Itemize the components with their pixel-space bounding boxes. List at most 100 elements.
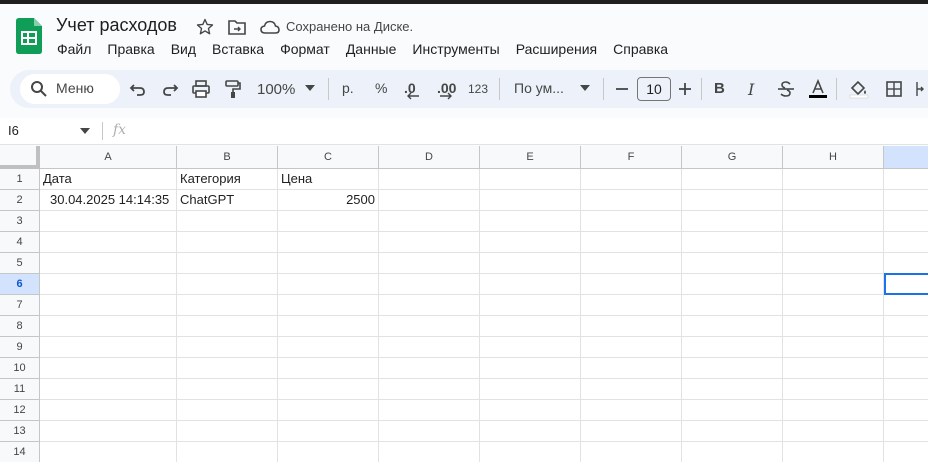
cell-i1[interactable] (884, 169, 928, 190)
column-header-g[interactable]: G (682, 146, 783, 169)
document-title[interactable]: Учет расходов (56, 15, 177, 36)
cell-c10[interactable] (278, 358, 379, 379)
cell-i12[interactable] (884, 400, 928, 421)
cell-b8[interactable] (177, 316, 278, 337)
row-header-13[interactable]: 13 (0, 421, 40, 442)
cell-c8[interactable] (278, 316, 379, 337)
cell-f12[interactable] (581, 400, 682, 421)
cell-g1[interactable] (682, 169, 783, 190)
cell-i4[interactable] (884, 232, 928, 253)
column-header-c[interactable]: C (278, 146, 379, 169)
cell-b12[interactable] (177, 400, 278, 421)
cell-f10[interactable] (581, 358, 682, 379)
cell-e2[interactable] (480, 190, 581, 211)
cell-f5[interactable] (581, 253, 682, 274)
column-header-h[interactable]: H (783, 146, 884, 169)
row-header-9[interactable]: 9 (0, 337, 40, 358)
cell-a8[interactable] (40, 316, 177, 337)
cell-f6[interactable] (581, 274, 682, 295)
cell-g6[interactable] (682, 274, 783, 295)
cell-a10[interactable] (40, 358, 177, 379)
cell-h3[interactable] (783, 211, 884, 232)
cloud-saved-icon[interactable] (260, 20, 280, 34)
cell-d14[interactable] (379, 442, 480, 462)
cell-c9[interactable] (278, 337, 379, 358)
cell-a9[interactable] (40, 337, 177, 358)
cell-d10[interactable] (379, 358, 480, 379)
cell-d1[interactable] (379, 169, 480, 190)
cell-b10[interactable] (177, 358, 278, 379)
cell-c2[interactable]: 2500 (278, 190, 379, 211)
text-color-icon[interactable] (808, 79, 828, 99)
cell-h11[interactable] (783, 379, 884, 400)
cell-b6[interactable] (177, 274, 278, 295)
cell-h7[interactable] (783, 295, 884, 316)
cell-h6[interactable] (783, 274, 884, 295)
cell-f8[interactable] (581, 316, 682, 337)
cell-a12[interactable] (40, 400, 177, 421)
cell-i14[interactable] (884, 442, 928, 462)
cell-c7[interactable] (278, 295, 379, 316)
cell-d8[interactable] (379, 316, 480, 337)
cell-d9[interactable] (379, 337, 480, 358)
cell-f13[interactable] (581, 421, 682, 442)
column-header-a[interactable]: A (40, 146, 177, 169)
cell-i9[interactable] (884, 337, 928, 358)
cell-c6[interactable] (278, 274, 379, 295)
cell-f4[interactable] (581, 232, 682, 253)
cell-g9[interactable] (682, 337, 783, 358)
row-header-1[interactable]: 1 (0, 169, 40, 190)
cell-c12[interactable] (278, 400, 379, 421)
cell-a6[interactable] (40, 274, 177, 295)
font-size-input[interactable]: 10 (637, 77, 671, 101)
font-family-select[interactable]: По ум... (514, 80, 564, 96)
currency-format-button[interactable]: р. (342, 80, 354, 96)
spreadsheet-grid[interactable]: A B C D E F G H 1 Дата Категория Цена 2 30.04.2025 14… (0, 146, 928, 462)
cell-h2[interactable] (783, 190, 884, 211)
cell-e1[interactable] (480, 169, 581, 190)
menu-edit[interactable]: Правка (107, 41, 154, 57)
move-to-folder-icon[interactable] (228, 19, 246, 35)
cell-e7[interactable] (480, 295, 581, 316)
cell-d13[interactable] (379, 421, 480, 442)
row-header-11[interactable]: 11 (0, 379, 40, 400)
cell-g3[interactable] (682, 211, 783, 232)
cell-b11[interactable] (177, 379, 278, 400)
cell-g8[interactable] (682, 316, 783, 337)
cell-d3[interactable] (379, 211, 480, 232)
row-header-14[interactable]: 14 (0, 442, 40, 462)
decrease-font-size-icon[interactable] (612, 79, 632, 99)
cell-b13[interactable] (177, 421, 278, 442)
cell-g4[interactable] (682, 232, 783, 253)
menu-help[interactable]: Справка (613, 41, 668, 57)
cell-g12[interactable] (682, 400, 783, 421)
row-header-12[interactable]: 12 (0, 400, 40, 421)
cell-e11[interactable] (480, 379, 581, 400)
cell-g14[interactable] (682, 442, 783, 462)
row-header-10[interactable]: 10 (0, 358, 40, 379)
name-box-dropdown-icon[interactable] (80, 127, 90, 135)
cell-a1[interactable]: Дата (40, 169, 177, 190)
cell-h13[interactable] (783, 421, 884, 442)
menu-data[interactable]: Данные (346, 41, 397, 57)
cell-i8[interactable] (884, 316, 928, 337)
cell-e6[interactable] (480, 274, 581, 295)
zoom-dropdown-icon[interactable] (305, 84, 315, 92)
cell-c13[interactable] (278, 421, 379, 442)
undo-icon[interactable] (128, 79, 148, 99)
cell-a14[interactable] (40, 442, 177, 462)
cell-d4[interactable] (379, 232, 480, 253)
menu-tools[interactable]: Инструменты (412, 41, 499, 57)
merge-cells-icon[interactable] (915, 79, 928, 99)
cell-d2[interactable] (379, 190, 480, 211)
cell-e3[interactable] (480, 211, 581, 232)
name-box[interactable]: I6 (8, 123, 19, 138)
cell-b1[interactable]: Категория (177, 169, 278, 190)
print-icon[interactable] (191, 79, 211, 99)
cell-i10[interactable] (884, 358, 928, 379)
column-header-e[interactable]: E (480, 146, 581, 169)
cell-b2[interactable]: ChatGPT (177, 190, 278, 211)
cell-b3[interactable] (177, 211, 278, 232)
cell-e10[interactable] (480, 358, 581, 379)
cell-d5[interactable] (379, 253, 480, 274)
